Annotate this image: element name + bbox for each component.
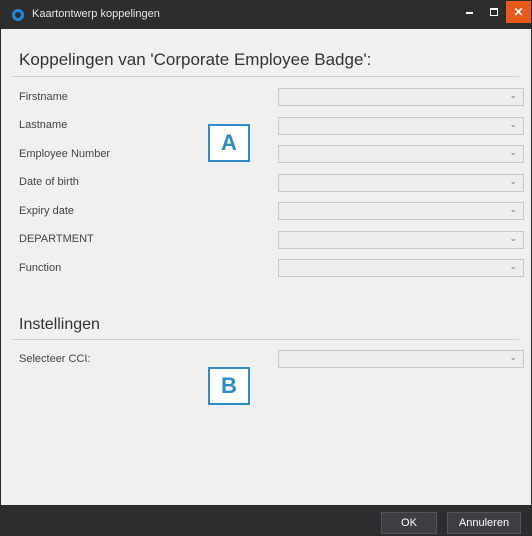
field-label-employee-number: Employee Number [19, 148, 111, 160]
ok-button[interactable]: OK [381, 512, 437, 534]
field-label-expiry-date: Expiry date [19, 205, 75, 217]
lastname-dropdown[interactable]: ⌄ [278, 117, 524, 135]
divider [13, 339, 519, 340]
window-title: Kaartontwerp koppelingen [32, 8, 160, 20]
callout-a: A [208, 124, 250, 162]
settings-heading: Instellingen [19, 316, 100, 333]
chevron-down-icon: ⌄ [509, 90, 517, 100]
divider [13, 76, 519, 77]
employee-number-dropdown[interactable]: ⌄ [278, 145, 524, 163]
field-label-function: Function [19, 262, 62, 274]
field-label-department: DEPARTMENT [19, 233, 94, 245]
field-label-date-of-birth: Date of birth [19, 176, 79, 188]
title-bar: Kaartontwerp koppelingen ✕ [1, 1, 531, 29]
function-dropdown[interactable]: ⌄ [278, 259, 524, 277]
close-icon: ✕ [513, 5, 524, 19]
expiry-date-dropdown[interactable]: ⌄ [278, 202, 524, 220]
field-label-firstname: Firstname [19, 91, 68, 103]
minimize-icon [465, 12, 473, 14]
cancel-button[interactable]: Annuleren [447, 512, 521, 534]
cci-dropdown[interactable]: ⌄ [278, 350, 524, 368]
field-label-lastname: Lastname [19, 119, 68, 131]
chevron-down-icon: ⌄ [509, 204, 517, 214]
maximize-icon [490, 8, 498, 16]
close-button[interactable]: ✕ [506, 1, 531, 23]
dialog-footer: OK Annuleren [1, 505, 531, 535]
chevron-down-icon: ⌄ [509, 147, 517, 157]
field-label-cci: Selecteer CCI: [19, 353, 91, 365]
chevron-down-icon: ⌄ [509, 119, 517, 129]
chevron-down-icon: ⌄ [509, 233, 517, 243]
app-logo-icon [12, 9, 24, 21]
chevron-down-icon: ⌄ [509, 176, 517, 186]
minimize-button[interactable] [457, 1, 481, 23]
callout-b: B [208, 367, 250, 405]
dialog-window: Kaartontwerp koppelingen ✕ Koppelingen v… [0, 0, 532, 536]
chevron-down-icon: ⌄ [509, 352, 517, 362]
page-title: Koppelingen van 'Corporate Employee Badg… [19, 50, 372, 69]
date-of-birth-dropdown[interactable]: ⌄ [278, 174, 524, 192]
firstname-dropdown[interactable]: ⌄ [278, 88, 524, 106]
chevron-down-icon: ⌄ [509, 261, 517, 271]
department-dropdown[interactable]: ⌄ [278, 231, 524, 249]
maximize-button[interactable] [482, 1, 506, 23]
